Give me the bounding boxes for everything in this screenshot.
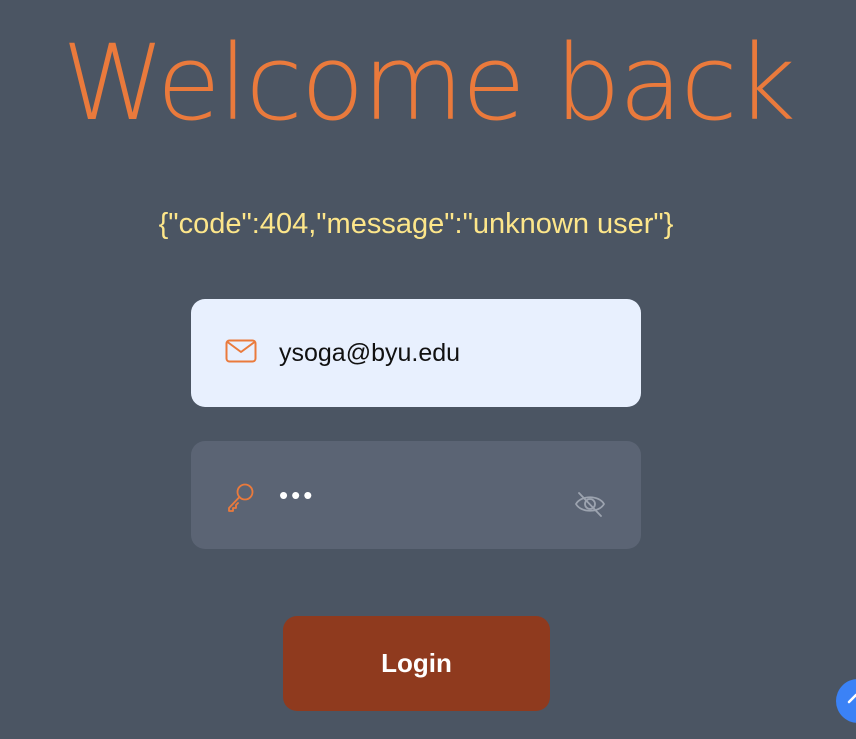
mail-icon <box>225 339 257 367</box>
email-field-container[interactable] <box>191 299 641 407</box>
email-input[interactable] <box>279 329 579 377</box>
eye-off-icon[interactable] <box>573 489 607 519</box>
chevron-up-icon <box>847 693 856 704</box>
error-message: {"code":404,"message":"unknown user"} <box>158 208 674 240</box>
password-field-container[interactable] <box>191 441 641 549</box>
key-icon <box>225 481 257 512</box>
password-input[interactable] <box>279 471 579 519</box>
login-button[interactable]: Login <box>283 616 550 711</box>
scroll-top-button[interactable] <box>836 679 856 723</box>
page-title: Welcome back <box>62 22 796 144</box>
